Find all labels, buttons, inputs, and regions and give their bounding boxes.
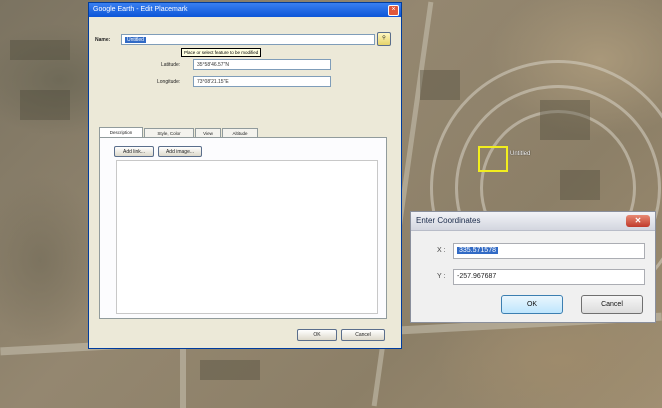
description-textarea[interactable] xyxy=(116,160,378,314)
pushpin-icon-button[interactable]: ⚲ xyxy=(377,32,391,46)
y-value: -257.967687 xyxy=(457,273,497,280)
ok-button[interactable]: OK xyxy=(501,295,563,314)
add-link-button[interactable]: Add link... xyxy=(114,146,154,157)
dialog-title: Google Earth - Edit Placemark xyxy=(93,6,188,13)
placemark-map-label: Untitled xyxy=(510,151,531,157)
name-field[interactable]: Untitled xyxy=(121,34,375,45)
latitude-field[interactable]: 35°58'46.57"N xyxy=(193,59,331,70)
cancel-button[interactable]: Cancel xyxy=(581,295,643,314)
y-label: Y : xyxy=(437,273,446,280)
latitude-value: 35°58'46.57"N xyxy=(197,62,229,68)
tooltip: Place or select feature to be modified xyxy=(181,48,262,57)
tab-altitude[interactable]: Altitude xyxy=(222,128,258,137)
x-coordinate-input[interactable]: 335.571578 xyxy=(453,243,645,259)
edit-placemark-dialog: Google Earth - Edit Placemark × Name: Un… xyxy=(88,2,402,349)
dialog-titlebar[interactable]: Google Earth - Edit Placemark × xyxy=(89,3,401,17)
close-icon[interactable]: ✕ xyxy=(626,215,650,227)
longitude-label: Longitude: xyxy=(157,79,181,85)
close-icon[interactable]: × xyxy=(388,5,399,16)
description-panel: Add link... Add image... xyxy=(99,137,387,319)
ok-button[interactable]: OK xyxy=(297,329,337,341)
longitude-field[interactable]: 73°08'21.15"E xyxy=(193,76,331,87)
name-label: Name: xyxy=(95,37,111,43)
x-label: X : xyxy=(437,247,446,254)
y-coordinate-input[interactable]: -257.967687 xyxy=(453,269,645,285)
tab-description[interactable]: Description xyxy=(99,127,143,137)
add-image-button[interactable]: Add image... xyxy=(158,146,202,157)
name-value: Untitled xyxy=(125,37,146,43)
cancel-button[interactable]: Cancel xyxy=(341,329,385,341)
coordinates-title: Enter Coordinates xyxy=(416,216,481,225)
coordinates-titlebar[interactable]: Enter Coordinates ✕ xyxy=(411,212,655,231)
longitude-value: 73°08'21.15"E xyxy=(197,79,229,85)
latitude-label: Latitude: xyxy=(161,62,181,68)
enter-coordinates-dialog: Enter Coordinates ✕ X : 335.571578 Y : -… xyxy=(410,211,656,323)
tab-style-color[interactable]: Style, Color xyxy=(144,128,194,137)
x-value: 335.571578 xyxy=(457,247,498,254)
tab-view[interactable]: View xyxy=(195,128,221,137)
placemark-marker[interactable] xyxy=(478,146,508,172)
